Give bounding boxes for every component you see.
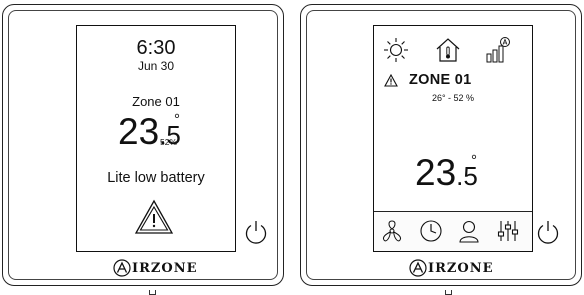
logo-text: IRZONE	[428, 260, 494, 276]
logo-a-emblem	[113, 259, 131, 277]
degree-symbol: °	[174, 111, 180, 128]
warning-icon[interactable]	[384, 73, 398, 87]
status-message: Lite low battery	[107, 170, 205, 186]
blueface-display: ZONE 01 26° - 52 % 23.5 °	[373, 25, 533, 252]
zone-header: ZONE 01	[384, 72, 472, 88]
airzone-logo: IRZONE	[113, 259, 198, 277]
power-button[interactable]	[243, 219, 269, 245]
thermostat-blueface: ZONE 01 26° - 52 % 23.5 ° IRZONE	[300, 4, 582, 295]
zone-name: ZONE 01	[409, 72, 472, 88]
logo-a-emblem	[409, 259, 427, 277]
sliders-icon[interactable]	[495, 218, 521, 244]
bottom-menu-bar	[374, 211, 532, 251]
airzone-logo: IRZONE	[409, 259, 494, 277]
fan-icon[interactable]	[379, 218, 405, 244]
temperature-integer: 23	[415, 152, 457, 193]
lite-display: 6:30 Jun 30 Zone 01 23.5 ° 52% Lite low …	[76, 25, 236, 252]
house-thermometer-icon[interactable]	[434, 36, 462, 64]
zone-name: Zone 01	[132, 94, 180, 109]
clock-icon[interactable]	[418, 218, 444, 244]
clock-date: Jun 30	[137, 59, 175, 73]
clock-time: 6:30	[136, 37, 176, 59]
degree-symbol: °	[471, 152, 477, 169]
sun-icon[interactable]	[382, 36, 410, 64]
logo-text: IRZONE	[132, 260, 198, 276]
user-icon[interactable]	[456, 218, 482, 244]
temperature-readout: 23.5 °	[415, 152, 478, 193]
warning-icon	[134, 199, 174, 234]
humidity-value: 52%	[160, 137, 178, 147]
power-button[interactable]	[535, 219, 561, 245]
zone-setpoint-humidity: 26° - 52 %	[431, 93, 475, 103]
signal-bars-icon[interactable]	[484, 36, 512, 64]
temperature-integer: 23	[118, 111, 160, 152]
thermostat-lite: 6:30 Jun 30 Zone 01 23.5 ° 52% Lite low …	[2, 4, 284, 295]
